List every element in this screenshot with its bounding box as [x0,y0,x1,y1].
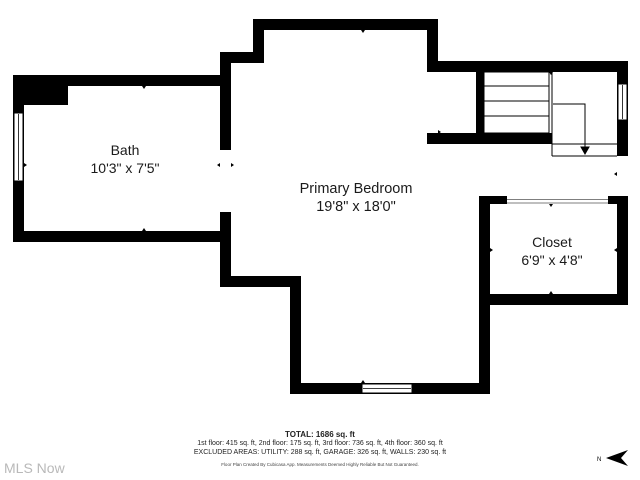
closet-wall-top [479,196,507,204]
disclaimer: Floor Plan Created By Cubicasa App. Meas… [221,462,419,467]
stair-wall-divider [476,61,484,144]
floor-areas: 1st floor: 415 sq. ft, 2nd floor: 175 sq… [197,440,443,447]
bedroom-wall-left-lower [220,212,231,287]
bath-label: Bath 10'3" x 7'5" [60,142,190,177]
closet-wall-bottom [479,294,628,305]
bedroom-wall-left-bottom [290,276,301,394]
bedroom-wall-top-upper [253,19,438,30]
primary-bedroom-dimensions: 19'8" x 18'0" [316,199,396,216]
closet-label: Closet 6'9" x 4'8" [500,234,604,269]
total-area: TOTAL: 1686 sq. ft [285,430,355,439]
closet-dimensions: 6'9" x 4'8" [521,251,583,268]
stair-wall-top [427,61,628,72]
bath-dimensions: 10'3" x 7'5" [90,159,160,176]
excluded-areas: EXCLUDED AREAS: UTILITY: 288 sq. ft, GAR… [193,449,447,456]
bath-name: Bath [110,142,140,158]
bedroom-wall-left-step [220,276,301,287]
closet-name: Closet [532,234,572,250]
closet-wall-right [617,196,628,305]
bath-wall-bottom [13,231,228,242]
primary-bedroom-label: Primary Bedroom 19'8" x 18'0" [266,180,446,216]
bath-corner-block [13,75,68,105]
mls-now-watermark: MLS Now [4,460,65,476]
compass-icon: N [597,450,628,466]
primary-bedroom-name: Primary Bedroom [299,181,413,197]
stair-wall-bottom-left [427,133,552,144]
bedroom-wall-left-upper [220,52,231,150]
compass-label: N [597,457,601,463]
